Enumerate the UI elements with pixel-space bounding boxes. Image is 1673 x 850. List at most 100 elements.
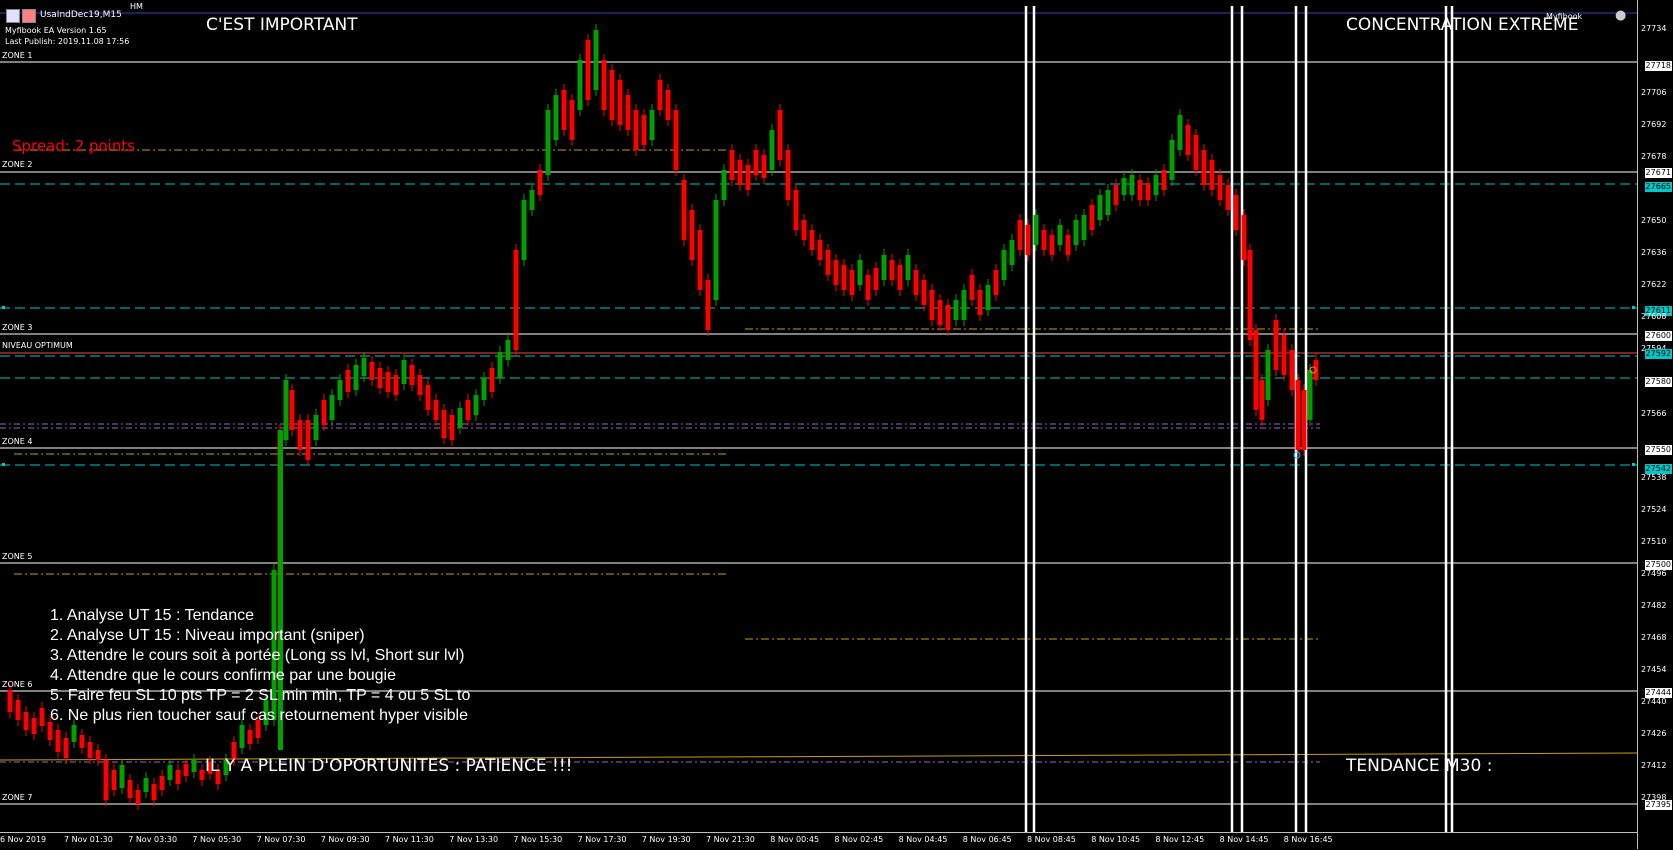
candle-body [1301, 390, 1307, 450]
candle-body [289, 390, 295, 430]
candle-body [473, 395, 479, 415]
zone-label: ZONE 1 [2, 51, 33, 60]
candle-body [321, 400, 327, 425]
candle-body [449, 415, 455, 440]
candle-body [329, 395, 335, 420]
candle-body [497, 352, 503, 378]
candle-body [801, 220, 807, 240]
candle-body [87, 742, 93, 758]
candle-body [1259, 380, 1265, 420]
checklist-item: 1. Analyse UT 15 : Tendance [50, 607, 254, 624]
annotation-important: C'EST IMPORTANT [206, 15, 358, 35]
candle-body [961, 290, 967, 320]
candle-body [1105, 190, 1111, 215]
price-tick: 27734 [1641, 24, 1667, 33]
candle-body [39, 708, 45, 726]
candle-body [649, 110, 655, 140]
candle-body [969, 275, 975, 300]
candle-body [881, 255, 887, 280]
candle-body [409, 365, 415, 385]
candle-body [977, 290, 983, 315]
candle-body [247, 730, 253, 744]
window-symbol-icon[interactable] [22, 9, 36, 23]
spread-label: Spread: 2 points [12, 137, 136, 155]
candle-body [1289, 350, 1295, 390]
window-title: UsaIndDec19,M15 [40, 10, 122, 20]
candle-body [1025, 225, 1031, 255]
time-tick: 8 Nov 04:45 [898, 835, 948, 844]
candle-body [777, 110, 783, 160]
candle-body [857, 260, 863, 285]
candle-body [1177, 115, 1183, 150]
candle-body [1281, 335, 1287, 375]
candle-body [31, 718, 37, 734]
candle-body [1201, 150, 1207, 185]
time-tick: 7 Nov 01:30 [64, 835, 113, 844]
time-tick: 7 Nov 21:30 [706, 835, 755, 844]
candle-body [489, 368, 495, 392]
candle-body [761, 155, 767, 178]
candle-body [1073, 220, 1079, 245]
level-handle-icon [1632, 306, 1635, 309]
candle-body [681, 180, 687, 240]
price-tick: 27412 [1641, 761, 1667, 771]
candle-body [433, 400, 439, 420]
candle-body [111, 770, 117, 790]
candle-body [1137, 180, 1143, 200]
candle-body [1129, 175, 1135, 195]
candle-body [283, 380, 289, 440]
candle-body [689, 210, 695, 260]
candle-body [705, 280, 711, 330]
candle-body [425, 385, 431, 410]
candle-body [353, 365, 359, 390]
price-tick: 27468 [1641, 632, 1667, 642]
candle-body [593, 30, 599, 90]
candle-body [239, 725, 245, 748]
candle-body [601, 60, 607, 110]
price-axis[interactable]: 27734 27718 27706 27692 27678 27671 27665 27650… [1637, 0, 1673, 849]
candle-body [945, 305, 951, 330]
candle-body [337, 380, 343, 400]
candle-body [417, 375, 423, 395]
price-tick: 27592 [1644, 349, 1672, 360]
candle-body [1253, 330, 1259, 410]
time-tick: 7 Nov 11:30 [385, 835, 434, 844]
candle-body [1033, 215, 1039, 245]
time-tick: 8 Nov 08:45 [1027, 835, 1076, 844]
chart-area[interactable]: UsaIndDec19,M15 HM Myfibook EA Version 1… [0, 0, 1637, 832]
candle-body [119, 765, 125, 788]
candle-body [577, 60, 583, 110]
candle-body [23, 712, 29, 730]
candle-body [529, 190, 535, 210]
zone-label: ZONE 5 [2, 552, 33, 561]
candle-body [1233, 195, 1239, 230]
level-handle-icon [1632, 463, 1635, 466]
zone-label: ZONE 6 [2, 680, 33, 689]
candle-body [15, 700, 21, 720]
candle-body [1193, 135, 1199, 170]
time-tick: 8 Nov 14:45 [1219, 835, 1269, 844]
price-tick: 27510 [1641, 536, 1667, 546]
candle-body [513, 250, 519, 350]
candle-body [1041, 230, 1047, 250]
time-tick: 8 Nov 00:45 [770, 835, 820, 844]
price-tick: 27636 [1641, 248, 1667, 258]
candle-body [63, 738, 69, 758]
time-axis[interactable]: 6 Nov 2019 7 Nov 01:30 7 Nov 03:30 7 Nov 05… [0, 832, 1637, 850]
time-tick: 7 Nov 07:30 [256, 835, 306, 844]
window-menu-icon[interactable] [6, 9, 20, 23]
candle-body [441, 410, 447, 438]
candle-body [1247, 250, 1253, 340]
candle-body [183, 764, 189, 776]
price-tick: 27395 [1644, 800, 1672, 810]
hm-label: HM [130, 2, 143, 11]
candle-body [673, 110, 679, 170]
ea-name: Myfibook EA Version 1.65 [5, 26, 107, 35]
candle-body [569, 100, 575, 140]
time-tick: 7 Nov 05:30 [192, 835, 242, 844]
candle-body [561, 90, 567, 130]
candle-body [721, 170, 727, 200]
candle-body [553, 95, 559, 140]
price-tick: 27482 [1641, 600, 1667, 610]
candle-body [377, 368, 383, 388]
